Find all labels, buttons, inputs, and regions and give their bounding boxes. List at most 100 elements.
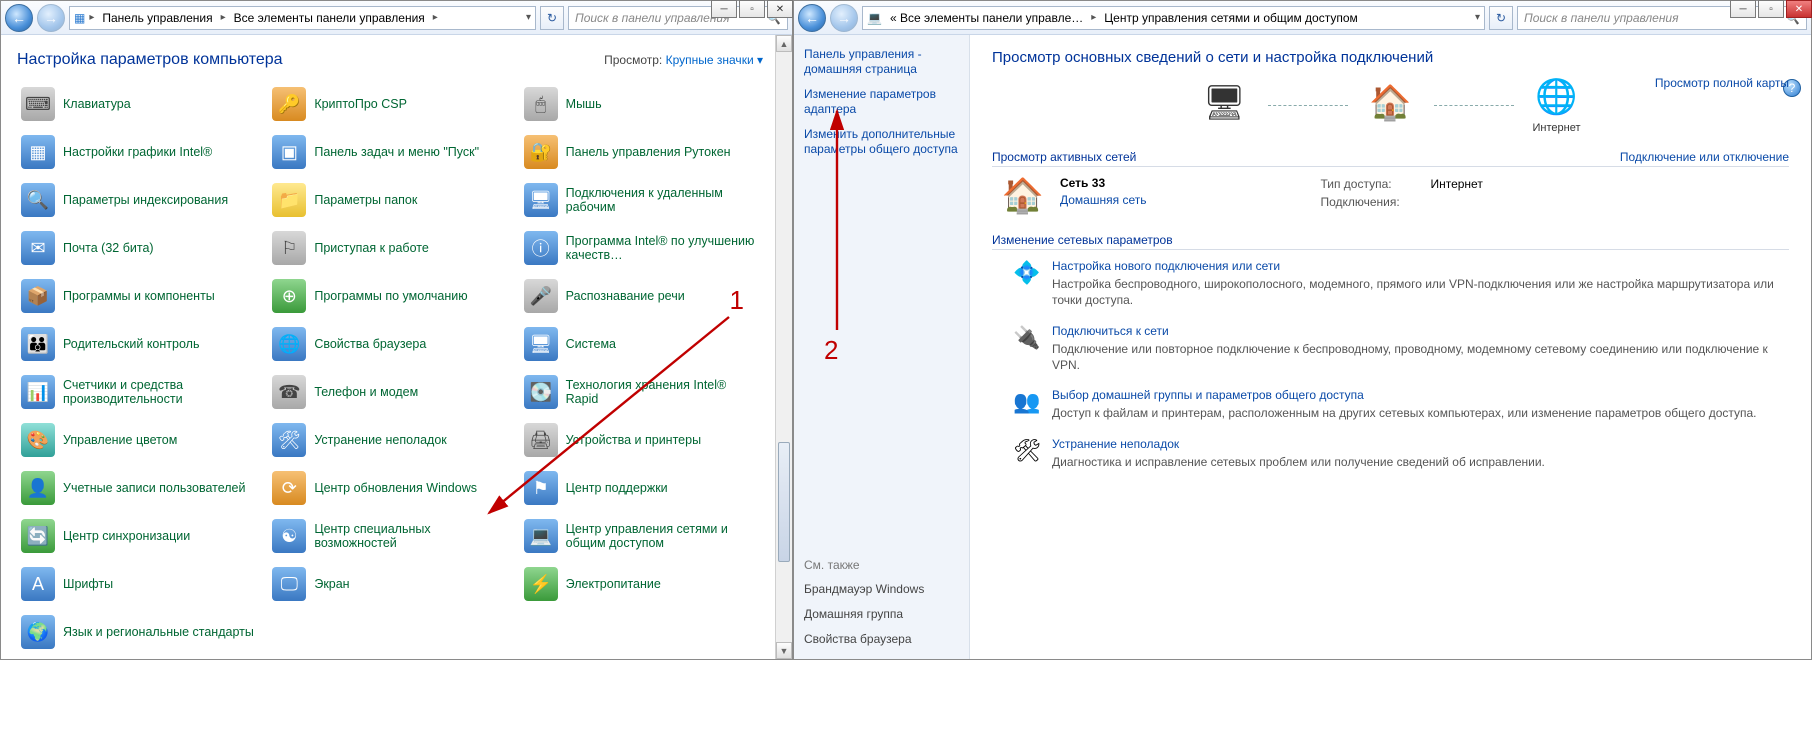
minimize-button[interactable]: ─ <box>1730 0 1756 18</box>
control-panel-item[interactable]: ⊕Программы по умолчанию <box>268 273 511 319</box>
refresh-button[interactable]: ↻ <box>540 6 564 30</box>
forward-button[interactable]: → <box>830 4 858 32</box>
item-label: Экран <box>314 577 349 591</box>
item-icon: 🛠 <box>272 423 306 457</box>
item-icon: 🖥 <box>524 327 558 361</box>
back-button[interactable]: ← <box>5 4 33 32</box>
control-panel-item[interactable]: 🖨Устройства и принтеры <box>520 417 763 463</box>
network-task[interactable]: 💠Настройка нового подключения или сетиНа… <box>1012 258 1789 309</box>
control-panel-item[interactable]: 👤Учетные записи пользователей <box>17 465 260 511</box>
control-panel-item[interactable]: ⟳Центр обновления Windows <box>268 465 511 511</box>
seealso-browser[interactable]: Свойства браузера <box>804 632 959 647</box>
scroll-down-button[interactable]: ▼ <box>776 642 792 659</box>
network-task[interactable]: 👥Выбор домашней группы и параметров обще… <box>1012 387 1789 421</box>
item-icon: ⚑ <box>524 471 558 505</box>
control-panel-item[interactable]: 🖵Экран <box>268 561 511 607</box>
control-panel-item[interactable]: 🌐Свойства браузера <box>268 321 511 367</box>
dropdown-icon[interactable]: ▾ <box>526 12 531 23</box>
scroll-thumb[interactable] <box>778 442 790 562</box>
item-icon: 🖥 <box>524 183 558 217</box>
computer-icon: 🖥 <box>1200 82 1250 124</box>
item-icon: 🌐 <box>272 327 306 361</box>
item-label: Мышь <box>566 97 602 111</box>
network-task[interactable]: 🔌Подключиться к сетиПодключение или повт… <box>1012 323 1789 374</box>
control-panel-item[interactable]: ⌨Клавиатура <box>17 81 260 127</box>
control-panel-item[interactable]: ⚡Электропитание <box>520 561 763 607</box>
control-panel-item[interactable]: 👪Родительский контроль <box>17 321 260 367</box>
minimize-button[interactable]: ─ <box>711 0 737 18</box>
control-panel-item[interactable]: 🖱Мышь <box>520 81 763 127</box>
breadcrumb[interactable]: Панель управления <box>98 11 216 25</box>
network-task[interactable]: 🛠Устранение неполадокДиагностика и испра… <box>1012 436 1789 470</box>
task-icon: 🔌 <box>1012 323 1042 353</box>
item-label: Настройки графики Intel® <box>63 145 212 159</box>
seealso-firewall[interactable]: Брандмауэр Windows <box>804 582 959 597</box>
control-panel-item[interactable]: AШрифты <box>17 561 260 607</box>
control-panel-item[interactable]: ✉Почта (32 бита) <box>17 225 260 271</box>
control-panel-item[interactable]: ⚐Приступая к работе <box>268 225 511 271</box>
breadcrumb[interactable]: Все элементы панели управления <box>230 11 429 25</box>
breadcrumb[interactable]: « Все элементы панели управле… <box>886 11 1087 25</box>
sidebar-home-link[interactable]: Панель управления - домашняя страница <box>804 47 959 77</box>
control-panel-item[interactable]: ⚑Центр поддержки <box>520 465 763 511</box>
address-bar[interactable]: ▦ ▸ Панель управления ▸ Все элементы пан… <box>69 6 536 30</box>
control-panel-item[interactable]: ☎Телефон и модем <box>268 369 511 415</box>
control-panel-item[interactable]: 🎤Распознавание речи <box>520 273 763 319</box>
refresh-button[interactable]: ↻ <box>1489 6 1513 30</box>
control-panel-item[interactable]: 💻Центр управления сетями и общим доступо… <box>520 513 763 559</box>
control-panel-item[interactable]: ⓘПрограмма Intel® по улучшению качеств… <box>520 225 763 271</box>
item-icon: ⌨ <box>21 87 55 121</box>
scroll-up-button[interactable]: ▲ <box>776 35 792 52</box>
network-name: Сеть 33 <box>1060 175 1146 192</box>
control-panel-item[interactable]: 🖥Подключения к удаленным рабочим <box>520 177 763 223</box>
control-panel-item[interactable]: 📁Параметры папок <box>268 177 511 223</box>
control-panel-item[interactable]: 🔐Панель управления Рутокен <box>520 129 763 175</box>
control-panel-item[interactable]: 🔄Центр синхронизации <box>17 513 260 559</box>
maximize-button[interactable]: ▫ <box>739 0 765 18</box>
maximize-button[interactable]: ▫ <box>1758 0 1784 18</box>
control-panel-item[interactable]: 🔑КриптоПро CSP <box>268 81 511 127</box>
back-button[interactable]: ← <box>798 4 826 32</box>
item-icon: 📊 <box>21 375 55 409</box>
address-bar[interactable]: 💻 « Все элементы панели управле… ▸ Центр… <box>862 6 1485 30</box>
close-button[interactable]: ✕ <box>767 0 793 18</box>
control-panel-item[interactable]: 📊Счетчики и средства производительности <box>17 369 260 415</box>
control-panel-item[interactable]: 🔍Параметры индексирования <box>17 177 260 223</box>
house-icon: 🏠 <box>1000 175 1046 217</box>
search-placeholder: Поиск в панели управления <box>1524 11 1679 25</box>
map-node-internet[interactable]: 🌐 Интернет <box>1532 76 1582 134</box>
sidebar-link-adapter[interactable]: Изменение параметров адаптера <box>804 87 959 117</box>
item-icon: ⊕ <box>272 279 306 313</box>
control-panel-item[interactable]: 💽Технология хранения Intel® Rapid <box>520 369 763 415</box>
item-label: Центр обновления Windows <box>314 481 477 495</box>
map-connector <box>1268 105 1348 106</box>
map-node-network[interactable]: 🏠 <box>1366 82 1416 128</box>
forward-button[interactable]: → <box>37 4 65 32</box>
task-description: Доступ к файлам и принтерам, расположенн… <box>1052 405 1757 421</box>
item-label: Электропитание <box>566 577 661 591</box>
control-panel-item[interactable]: 🌍Язык и региональные стандарты <box>17 609 260 649</box>
item-icon: 🌍 <box>21 615 55 649</box>
breadcrumb[interactable]: Центр управления сетями и общим доступом <box>1100 11 1362 25</box>
dropdown-icon[interactable]: ▾ <box>1475 12 1480 23</box>
control-panel-item[interactable]: 🖥Система <box>520 321 763 367</box>
item-icon: A <box>21 567 55 601</box>
close-button[interactable]: ✕ <box>1786 0 1812 18</box>
vertical-scrollbar[interactable]: ▲ ▼ <box>775 35 792 659</box>
control-panel-item[interactable]: 🎨Управление цветом <box>17 417 260 463</box>
control-panel-item[interactable]: ☯Центр специальных возможностей <box>268 513 511 559</box>
section-title: Изменение сетевых параметров <box>992 233 1173 247</box>
seealso-homegroup[interactable]: Домашняя группа <box>804 607 959 622</box>
control-panel-item[interactable]: 🛠Устранение неполадок <box>268 417 511 463</box>
control-panel-item[interactable]: ▣Панель задач и меню "Пуск" <box>268 129 511 175</box>
item-label: Центр синхронизации <box>63 529 190 543</box>
map-node-computer[interactable]: 🖥 <box>1200 82 1250 128</box>
window-controls: ─ ▫ ✕ <box>711 0 793 18</box>
item-icon: 🎨 <box>21 423 55 457</box>
control-panel-item[interactable]: 📦Программы и компоненты <box>17 273 260 319</box>
sidebar-link-sharing[interactable]: Изменить дополнительные параметры общего… <box>804 127 959 157</box>
network-category-link[interactable]: Домашняя сеть <box>1060 193 1146 207</box>
connect-disconnect-link[interactable]: Подключение или отключение <box>1620 150 1789 164</box>
control-panel-item[interactable]: ▦Настройки графики Intel® <box>17 129 260 175</box>
view-mode-dropdown[interactable]: Крупные значки ▾ <box>666 53 763 67</box>
